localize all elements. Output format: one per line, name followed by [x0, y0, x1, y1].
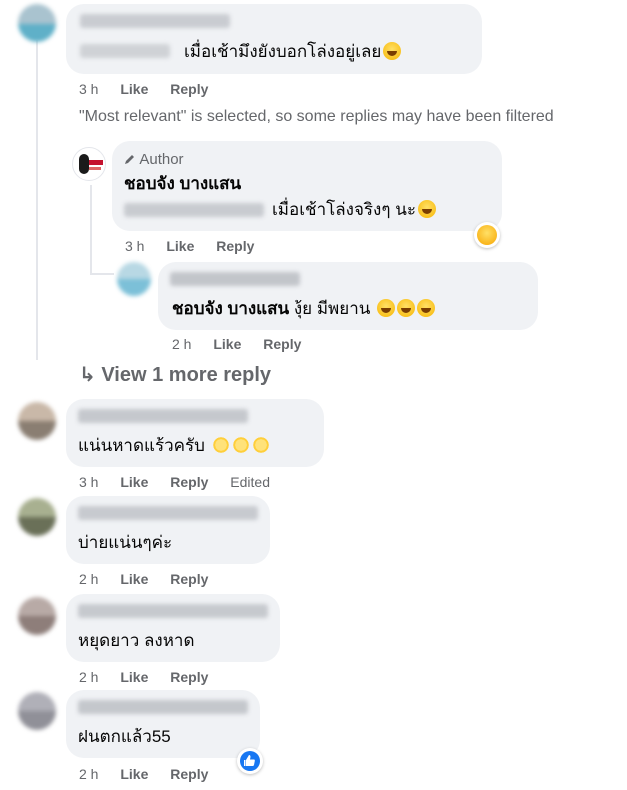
comment-meta: 2 h Like Reply: [79, 570, 226, 588]
comment-time[interactable]: 3 h: [79, 474, 98, 490]
comment-meta: 2 h Like Reply: [79, 668, 226, 686]
comment-text: บ่ายแน่นๆค่ะ: [78, 533, 173, 552]
comment-bubble: เมื่อเช้ามึงยังบอกโล่งอยู่เลย: [66, 4, 482, 74]
rolling-laughing-emoji: [383, 42, 402, 60]
pencil-icon: [124, 152, 136, 164]
author-avatar[interactable]: [72, 147, 106, 181]
comment-bubble: บ่ายแน่นๆค่ะ: [66, 496, 270, 564]
reply-bubble: ชอบจัง บางแสน งุ้ย มีพยาน: [158, 262, 538, 330]
comment-time[interactable]: 2 h: [79, 571, 98, 587]
rolling-laughing-emoji: [397, 299, 416, 317]
commenter-name-redacted[interactable]: [78, 409, 248, 423]
comment-text: ฝนตกแล้ว55: [78, 727, 171, 746]
comment-bubble: แน่นหาดแร้วครับ: [66, 399, 324, 467]
reply-text: เมื่อเช้าโล่งจริงๆ นะ: [272, 199, 436, 221]
reply-bubble: Author ชอบจัง บางแสน เมื่อเช้าโล่งจริงๆ …: [112, 141, 502, 231]
edited-label: Edited: [230, 474, 270, 490]
like-button[interactable]: Like: [166, 238, 194, 254]
comment-text: หยุดยาว ลงหาด: [78, 631, 195, 650]
avatar[interactable]: [117, 262, 151, 296]
reaction-badge[interactable]: [474, 222, 500, 248]
avatar[interactable]: [18, 597, 56, 635]
reply-connector-curve: [90, 273, 114, 275]
reply-meta: 2 h Like Reply: [172, 335, 319, 353]
avatar[interactable]: [18, 692, 56, 730]
author-badge: Author: [124, 151, 184, 168]
like-button[interactable]: Like: [120, 669, 148, 685]
comment-meta: 3 h Like Reply: [79, 80, 226, 98]
sun-emoji: [211, 436, 230, 454]
thread-line: [36, 40, 38, 360]
commenter-name-redacted[interactable]: [170, 272, 300, 286]
commenter-name-redacted[interactable]: [78, 604, 268, 618]
thumbs-up-icon: [240, 751, 260, 771]
comment-meta: 3 h Like Reply Edited: [79, 473, 288, 491]
commenter-name-redacted[interactable]: [80, 14, 230, 28]
reply-button[interactable]: Reply: [170, 669, 208, 685]
like-button[interactable]: Like: [120, 766, 148, 782]
reply-arrow-icon: ↳: [79, 364, 102, 386]
comment-text: แน่นหาดแร้วครับ: [78, 435, 270, 457]
reply-button[interactable]: Reply: [170, 766, 208, 782]
comment-time[interactable]: 2 h: [79, 669, 98, 685]
reaction-badge[interactable]: [237, 748, 263, 774]
like-button[interactable]: Like: [120, 474, 148, 490]
commenter-name-redacted[interactable]: [78, 506, 258, 520]
avatar[interactable]: [18, 4, 56, 42]
comment-meta: 2 h Like Reply: [79, 765, 226, 783]
like-button[interactable]: Like: [120, 81, 148, 97]
commenter-name-redacted: [80, 44, 170, 58]
comment-bubble: ฝนตกแล้ว55: [66, 690, 260, 758]
joy-emoji: [417, 299, 436, 317]
reply-button[interactable]: Reply: [263, 336, 301, 352]
avatar[interactable]: [18, 402, 56, 440]
reply-button[interactable]: Reply: [170, 81, 208, 97]
grinning-face-icon: [477, 225, 497, 245]
reply-time[interactable]: 2 h: [172, 336, 191, 352]
grinning-emoji: [377, 299, 396, 317]
reply-button[interactable]: Reply: [216, 238, 254, 254]
sun-emoji: [251, 436, 270, 454]
reply-meta: 3 h Like Reply: [125, 237, 272, 255]
view-more-replies-button[interactable]: ↳ View 1 more reply: [79, 362, 271, 387]
like-button[interactable]: Like: [120, 571, 148, 587]
comment-time[interactable]: 2 h: [79, 766, 98, 782]
reply-time[interactable]: 3 h: [125, 238, 144, 254]
reply-text: ชอบจัง บางแสน งุ้ย มีพยาน: [172, 298, 436, 320]
avatar[interactable]: [18, 498, 56, 536]
tagged-name-redacted[interactable]: [124, 203, 264, 217]
reply-button[interactable]: Reply: [170, 571, 208, 587]
commenter-name-redacted[interactable]: [78, 700, 248, 714]
comment-text: เมื่อเช้ามึงยังบอกโล่งอยู่เลย: [184, 41, 402, 63]
comment-bubble: หยุดยาว ลงหาด: [66, 594, 280, 662]
author-name[interactable]: ชอบจัง บางแสน: [124, 173, 241, 195]
reply-button[interactable]: Reply: [170, 474, 208, 490]
comment-time[interactable]: 3 h: [79, 81, 98, 97]
like-button[interactable]: Like: [213, 336, 241, 352]
reply-connector: [90, 185, 92, 275]
mention-link[interactable]: ชอบจัง บางแสน: [172, 299, 289, 318]
sun-emoji: [231, 436, 250, 454]
grinning-squint-emoji: [417, 200, 436, 218]
filter-notice: "Most relevant" is selected, so some rep…: [79, 108, 554, 125]
